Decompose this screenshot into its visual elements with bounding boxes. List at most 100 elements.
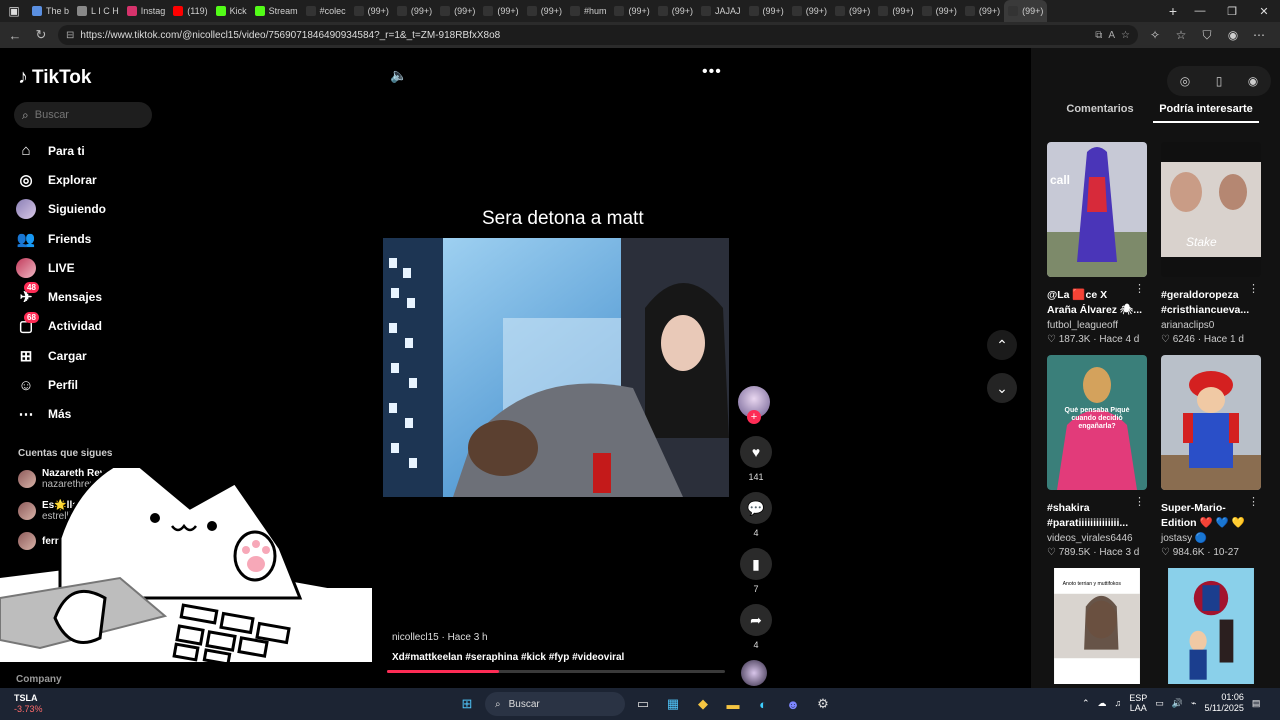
recommended-video-card[interactable] xyxy=(1161,568,1261,689)
recommended-video-card[interactable]: Stake #geraldoropeza #cristhiancueva... … xyxy=(1161,142,1261,345)
follow-plus-icon[interactable]: + xyxy=(747,410,761,424)
maximize-icon[interactable]: ❐ xyxy=(1216,5,1248,18)
sidebar-item-cargar[interactable]: ⊞ Cargar xyxy=(16,341,161,370)
minimize-icon[interactable]: — xyxy=(1184,5,1216,18)
card-author[interactable]: jostasy 🔵 xyxy=(1161,533,1261,544)
card-more-icon[interactable]: ⋮ xyxy=(1134,495,1145,508)
browser-tab[interactable]: (99+) xyxy=(874,0,917,22)
browser-more-icon[interactable]: ⋯ xyxy=(1250,28,1268,42)
browser-tab[interactable]: (99+) xyxy=(918,0,961,22)
video-thumbnail[interactable] xyxy=(1161,568,1261,684)
close-window-icon[interactable]: ✕ xyxy=(1248,5,1280,18)
card-author[interactable]: arianaclips0 xyxy=(1161,320,1261,331)
browser-tab[interactable]: (99+) xyxy=(479,0,522,22)
sidebar-item-live[interactable]: LIVE xyxy=(16,253,161,282)
card-more-icon[interactable]: ⋮ xyxy=(1248,282,1259,295)
language-indicator[interactable]: ESP LAA xyxy=(1129,693,1147,713)
sidebar-item-actividad[interactable]: ▢ 68 Actividad xyxy=(16,311,161,341)
video-thumbnail[interactable]: Stake xyxy=(1161,142,1261,277)
tab-comentarios[interactable]: Comentarios xyxy=(1047,103,1153,123)
browser-tab[interactable]: (99+) xyxy=(831,0,874,22)
network-icon[interactable]: ▭ xyxy=(1155,698,1164,709)
mic-icon[interactable]: ♫ xyxy=(1115,698,1122,708)
browser-tab[interactable]: L I C H xyxy=(73,0,123,22)
video-thumbnail[interactable]: Anoto terrian y muttifokos xyxy=(1047,568,1147,684)
taskbar-search[interactable]: ⌕ Buscar xyxy=(485,692,625,716)
profile-avatar-icon[interactable]: ◉ xyxy=(1248,74,1258,88)
sidebar-item-perfil[interactable]: ☺ Perfil xyxy=(16,370,161,399)
url-text[interactable]: https://www.tiktok.com/@nicollecl15/vide… xyxy=(80,30,1089,41)
phone-icon[interactable]: ▯ xyxy=(1216,74,1223,88)
video-thumbnail[interactable]: call xyxy=(1047,142,1147,277)
bookmark-star-icon[interactable]: ☆ xyxy=(1121,30,1130,41)
file-explorer-icon[interactable]: ▬ xyxy=(721,692,745,716)
card-more-icon[interactable]: ⋮ xyxy=(1248,495,1259,508)
browser-tab[interactable]: Stream xyxy=(251,0,302,22)
shield-icon[interactable]: ⛉ xyxy=(1198,28,1216,43)
browser-tab[interactable]: (99+) xyxy=(393,0,436,22)
battery-icon[interactable]: ⌁ xyxy=(1191,698,1196,709)
new-tab-button[interactable]: + xyxy=(1162,3,1184,19)
video-author-line[interactable]: nicollecl15 · Hace 3 h xyxy=(392,632,624,643)
browser-menu-icon[interactable]: ▣ xyxy=(0,0,28,22)
volume-icon[interactable]: 🔈 xyxy=(390,67,407,84)
browser-tab[interactable]: #colec xyxy=(302,0,350,22)
sidebar-item-explorar[interactable]: ◎ Explorar xyxy=(16,165,161,194)
video-thumbnail[interactable] xyxy=(1161,355,1261,490)
clock[interactable]: 01:06 5/11/2025 xyxy=(1204,692,1243,714)
creator-avatar[interactable]: + xyxy=(738,386,770,424)
stock-ticker-widget[interactable]: TSLA -3.73% xyxy=(14,693,43,715)
video-progress-bar[interactable] xyxy=(387,670,725,673)
site-info-icon[interactable]: ⊟ xyxy=(66,30,74,41)
video-thumbnail[interactable]: Qué pensaba Piqué cuando decidió engañar… xyxy=(1047,355,1147,490)
edge-browser-icon[interactable]: ◐ xyxy=(751,692,775,716)
video-more-options-icon[interactable]: ••• xyxy=(702,63,722,81)
music-disc-icon[interactable] xyxy=(741,660,767,686)
compass-icon[interactable]: ◎ xyxy=(1180,74,1190,88)
sidebar-item-mensajes[interactable]: ✈ 48 Mensajes xyxy=(16,282,161,311)
browser-tab[interactable]: (99+) xyxy=(745,0,788,22)
copilot-icon[interactable]: ◆ xyxy=(691,692,715,716)
notifications-icon[interactable]: ▤ xyxy=(1252,698,1261,709)
share-action[interactable]: ➦ 4 xyxy=(738,604,774,650)
bookmark-icon[interactable]: ▮ xyxy=(740,548,772,580)
search-box[interactable]: ⌕ xyxy=(14,102,152,128)
browser-tab[interactable]: (99+) xyxy=(350,0,393,22)
browser-tab[interactable]: (99+) xyxy=(654,0,697,22)
extensions-icon[interactable]: ✧ xyxy=(1146,28,1164,42)
browser-tab[interactable]: #hum xyxy=(566,0,611,22)
favorites-icon[interactable]: ☆ xyxy=(1172,28,1190,42)
browser-tab[interactable]: (99+) xyxy=(788,0,831,22)
save-action[interactable]: ▮ 7 xyxy=(738,548,774,594)
volume-icon[interactable]: 🔊 xyxy=(1172,698,1183,709)
store-icon[interactable]: ▦ xyxy=(661,692,685,716)
windows-start-icon[interactable]: ⊞ xyxy=(455,692,479,716)
browser-tab[interactable]: (119) xyxy=(169,0,211,22)
discord-icon[interactable]: ☻ xyxy=(781,692,805,716)
next-video-button[interactable]: ⌄ xyxy=(987,373,1017,403)
url-field[interactable]: ⊟ https://www.tiktok.com/@nicollecl15/vi… xyxy=(58,25,1138,45)
tiktok-logo[interactable]: ♪ TikTok xyxy=(18,66,91,89)
tab-podria-interesarte[interactable]: Podría interesarte xyxy=(1153,103,1259,123)
recommended-video-card[interactable]: Qué pensaba Piqué cuando decidió engañar… xyxy=(1047,355,1147,558)
onedrive-icon[interactable]: ☁ xyxy=(1098,698,1107,709)
comment-action[interactable]: 💬 4 xyxy=(738,492,774,538)
browser-tab[interactable]: Instag xyxy=(123,0,170,22)
card-author[interactable]: futbol_leagueoff xyxy=(1047,320,1147,331)
comment-icon[interactable]: 💬 xyxy=(740,492,772,524)
task-view-icon[interactable]: ▭ xyxy=(631,692,655,716)
sidebar-item-para-ti[interactable]: ⌂ Para ti xyxy=(16,136,161,165)
chevron-up-icon[interactable]: ⌃ xyxy=(1082,698,1090,709)
recommended-video-card[interactable]: Anoto terrian y muttifokos xyxy=(1047,568,1147,689)
browser-tab[interactable]: (99+) xyxy=(961,0,1004,22)
browser-tab[interactable]: (99+) xyxy=(610,0,653,22)
browser-tab[interactable]: (99+) xyxy=(1004,0,1048,22)
share-icon[interactable]: ➦ xyxy=(740,604,772,636)
search-input[interactable] xyxy=(34,109,135,121)
browser-tab[interactable]: The b xyxy=(28,0,73,22)
back-icon[interactable]: ← xyxy=(6,28,24,43)
browser-tab[interactable]: (99+) xyxy=(523,0,566,22)
open-app-icon[interactable]: ⧉ xyxy=(1095,30,1102,41)
recommended-video-card[interactable]: Super-Mario- Edition ❤️ 💙 💛 jostasy 🔵 ♡ … xyxy=(1161,355,1261,558)
reload-icon[interactable]: ↻ xyxy=(32,27,50,43)
